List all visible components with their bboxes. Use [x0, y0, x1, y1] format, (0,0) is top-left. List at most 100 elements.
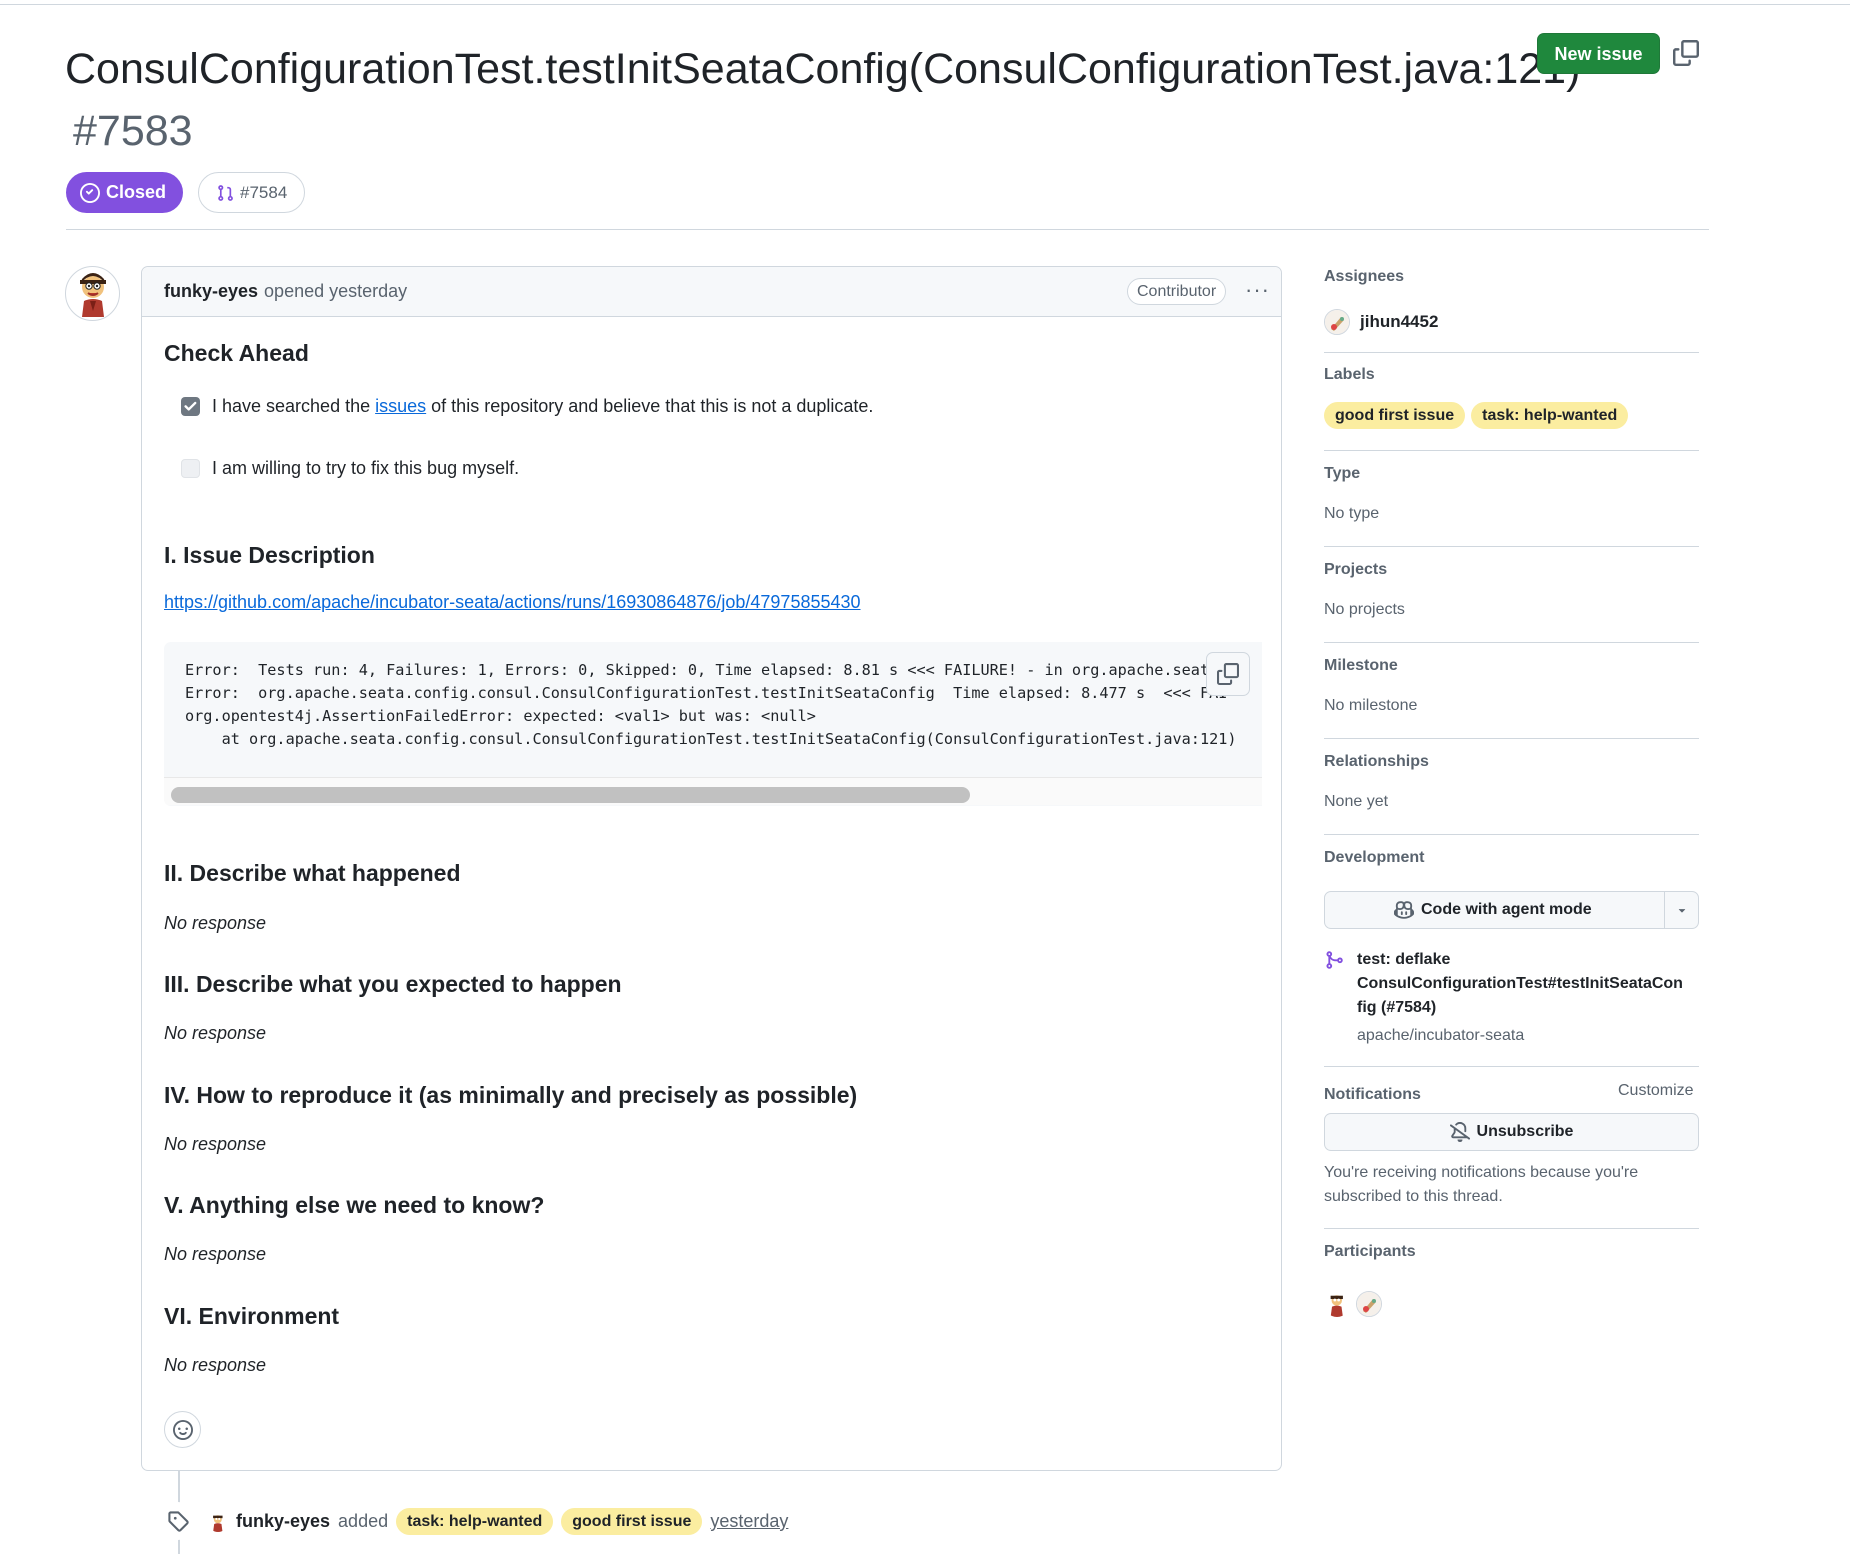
sidebar-divider — [1324, 352, 1699, 353]
timeline-timestamp[interactable]: yesterday — [710, 1511, 788, 1532]
projects-heading[interactable]: Projects — [1324, 561, 1387, 579]
assignees-heading[interactable]: Assignees — [1324, 268, 1404, 286]
timeline-author-avatar[interactable] — [208, 1512, 228, 1532]
check-circle-icon — [80, 182, 100, 203]
unsubscribe-label: Unsubscribe — [1476, 1123, 1574, 1140]
label-good-first-issue[interactable]: good first issue — [561, 1508, 703, 1535]
no-response-text: No response — [164, 1134, 267, 1154]
header-divider — [66, 229, 1709, 230]
copy-link-icon[interactable] — [1673, 40, 1701, 68]
relationships-value: None yet — [1324, 793, 1389, 810]
labels-heading[interactable]: Labels — [1324, 366, 1375, 384]
smiley-icon — [172, 1419, 193, 1440]
section-expected-heading: III. Describe what you expected to happe… — [164, 971, 622, 997]
assignee-item[interactable]: jihun4452 — [1324, 309, 1438, 335]
comment-author[interactable]: funky-eyes — [164, 281, 258, 302]
milestone-heading[interactable]: Milestone — [1324, 657, 1398, 675]
bell-slash-icon — [1449, 1122, 1470, 1142]
sidebar-divider — [1324, 450, 1699, 451]
comment-action: opened yesterday — [264, 281, 408, 301]
type-value: No type — [1324, 505, 1380, 522]
checkbox-label-searched: I have searched the issues of this repos… — [212, 396, 874, 416]
scrollbar-thumb[interactable] — [171, 787, 970, 803]
label-good-first-issue[interactable]: good first issue — [1324, 402, 1466, 429]
sidebar-labels: good first issue task: help-wanted — [1324, 402, 1629, 429]
notification-reason: You're receiving notifications because y… — [1324, 1164, 1639, 1205]
development-heading: Development — [1324, 849, 1425, 866]
linked-pr-repo: apache/incubator-seata — [1357, 1027, 1525, 1044]
agent-dropdown-toggle[interactable] — [1665, 892, 1699, 928]
no-response-text: No response — [164, 1244, 267, 1264]
author-avatar[interactable] — [65, 266, 120, 321]
section-issue-description-heading: I. Issue Description — [164, 542, 375, 568]
code-with-agent-label: Code with agent mode — [1421, 901, 1592, 918]
code-with-agent-main[interactable]: Code with agent mode — [1394, 892, 1592, 928]
participants-list — [1324, 1291, 1382, 1317]
contributor-badge: Contributor — [1127, 278, 1227, 305]
actions-run-link[interactable]: https://github.com/apache/incubator-seat… — [164, 592, 861, 613]
code-horizontal-scrollbar[interactable] — [164, 777, 1262, 805]
label-task-help-wanted[interactable]: task: help-wanted — [1471, 402, 1629, 429]
issue-title-text: ConsulConfigurationTest.testInitSeataCon… — [65, 45, 1581, 93]
copy-code-button[interactable] — [1206, 652, 1250, 696]
copilot-icon — [1394, 901, 1414, 919]
section-environment-heading: VI. Environment — [164, 1303, 340, 1329]
no-response-text: No response — [164, 1355, 267, 1375]
code-with-agent-button[interactable]: Code with agent mode — [1324, 891, 1699, 929]
sidebar-divider — [1324, 546, 1699, 547]
tag-icon — [159, 1502, 197, 1540]
linked-pr-badge[interactable]: #7584 — [198, 172, 306, 213]
checkbox-unchecked — [181, 459, 200, 478]
unsubscribe-button[interactable]: Unsubscribe — [1324, 1113, 1699, 1151]
participant-avatar-funky-eyes[interactable] — [1324, 1291, 1350, 1317]
copy-icon — [1217, 663, 1239, 685]
no-response-text: No response — [164, 913, 267, 933]
issues-link[interactable]: issues — [375, 396, 426, 416]
issue-title: ConsulConfigurationTest.testInitSeataCon… — [65, 38, 1580, 162]
comment-header: funky-eyes opened yesterday Contributor … — [142, 267, 1281, 317]
relationships-heading[interactable]: Relationships — [1324, 753, 1429, 771]
issue-state-badge: Closed — [66, 172, 184, 213]
participant-avatar-jihun4452[interactable] — [1356, 1291, 1382, 1317]
linked-pr-number: #7584 — [240, 182, 288, 202]
add-reaction-button[interactable] — [164, 1411, 201, 1448]
type-heading[interactable]: Type — [1324, 465, 1360, 483]
assignee-avatar — [1324, 309, 1350, 335]
projects-value: No projects — [1324, 601, 1405, 618]
checkbox-label-willing: I am willing to try to fix this bug myse… — [212, 458, 520, 478]
sidebar-divider — [1324, 738, 1699, 739]
new-issue-button[interactable]: New issue — [1537, 33, 1660, 74]
sidebar-divider — [1324, 834, 1699, 835]
top-divider — [0, 4, 1850, 5]
error-log-text: Error: Tests run: 4, Failures: 1, Errors… — [185, 661, 1237, 748]
participants-heading: Participants — [1324, 1243, 1416, 1260]
sidebar-divider — [1324, 1228, 1699, 1229]
checkbox-checked — [181, 397, 200, 416]
pull-request-icon — [218, 184, 233, 201]
section-reproduce-heading: IV. How to reproduce it (as minimally an… — [164, 1082, 858, 1108]
assignee-name: jihun4452 — [1360, 312, 1439, 331]
sidebar-divider — [1324, 1066, 1699, 1067]
more-options-icon[interactable]: ··· — [1245, 277, 1270, 303]
customize-link[interactable]: Customize — [1618, 1082, 1694, 1100]
no-response-text: No response — [164, 1023, 267, 1043]
sidebar-divider — [1324, 642, 1699, 643]
timeline-action: added — [338, 1511, 389, 1531]
label-task-help-wanted[interactable]: task: help-wanted — [396, 1508, 554, 1535]
checkbox-row-searched: I have searched the issues of this repos… — [181, 396, 873, 417]
timeline-label-event: funky-eyes added task: help-wanted good … — [208, 1508, 788, 1535]
triangle-down-icon — [1678, 909, 1686, 913]
section-anything-else-heading: V. Anything else we need to know? — [164, 1192, 545, 1218]
checkbox-row-willing: I am willing to try to fix this bug myse… — [181, 458, 519, 479]
notifications-heading: Notifications — [1324, 1086, 1421, 1103]
check-ahead-heading: Check Ahead — [164, 340, 309, 366]
issue-number: #7583 — [73, 107, 193, 155]
issue-state-label: Closed — [106, 182, 167, 202]
merged-pr-icon — [1326, 951, 1343, 969]
timeline-author[interactable]: funky-eyes — [236, 1511, 330, 1532]
milestone-value: No milestone — [1324, 697, 1418, 714]
issue-body-comment: funky-eyes opened yesterday Contributor … — [141, 266, 1282, 1471]
section-what-happened-heading: II. Describe what happened — [164, 860, 461, 886]
error-log-codeblock: Error: Tests run: 4, Failures: 1, Errors… — [164, 642, 1262, 806]
linked-pr-title[interactable]: test: deflake ConsulConfigurationTest#te… — [1357, 948, 1702, 1020]
